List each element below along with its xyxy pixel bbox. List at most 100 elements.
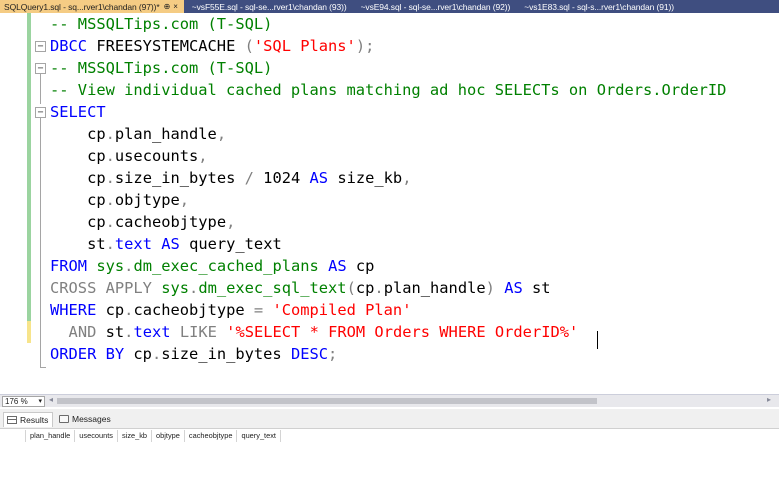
code-token: FROM xyxy=(50,257,88,275)
results-grid[interactable]: plan_handle usecounts size_kb objtype ca… xyxy=(0,429,779,498)
outline-line xyxy=(40,118,41,368)
code-token: cp xyxy=(50,147,106,165)
code-token: AS xyxy=(309,169,329,187)
code-token: AS xyxy=(328,257,347,275)
editor-status-bar: 176 % ▾ ◂ ▸ xyxy=(0,394,779,407)
code-line[interactable]: SELECT xyxy=(50,101,106,123)
collapse-toggle-dbcc[interactable]: − xyxy=(35,41,46,52)
code-line[interactable]: cp.size_in_bytes / 1024 AS size_kb, xyxy=(50,167,411,189)
zoom-dropdown[interactable]: 176 % ▾ xyxy=(2,396,45,407)
text-caret xyxy=(597,331,598,349)
column-header-usecounts[interactable]: usecounts xyxy=(75,430,118,442)
code-line[interactable]: WHERE cp.cacheobjtype = 'Compiled Plan' xyxy=(50,299,411,321)
code-line[interactable]: FROM sys.dm_exec_cached_plans AS cp xyxy=(50,255,374,277)
code-line[interactable]: -- MSSQLTips.com (T-SQL) xyxy=(50,13,272,35)
column-header-size-kb[interactable]: size_kb xyxy=(118,430,153,442)
code-line[interactable]: cp.usecounts, xyxy=(50,145,208,167)
tab-messages[interactable]: Messages xyxy=(56,412,115,427)
code-line[interactable]: cp.cacheobjtype, xyxy=(50,211,235,233)
code-token: text xyxy=(114,235,152,253)
code-token: dm_exec_sql_text xyxy=(198,279,347,297)
column-header-objtype[interactable]: objtype xyxy=(152,430,185,442)
code-token: . xyxy=(189,279,199,297)
tab-results-label: Results xyxy=(20,415,49,425)
code-token: cp xyxy=(50,125,106,143)
code-token: objtype xyxy=(114,191,180,209)
code-token: , xyxy=(179,191,190,209)
row-header-corner[interactable] xyxy=(0,430,26,442)
grid-icon xyxy=(7,416,17,424)
code-token: WHERE xyxy=(50,301,97,319)
code-line[interactable]: ORDER BY cp.size_in_bytes DESC; xyxy=(50,343,337,365)
code-token: text xyxy=(133,323,171,341)
code-token: usecounts xyxy=(114,147,199,165)
tab-label: ~vs1E83.sql - sql-s...rver1\chandan (91)… xyxy=(524,1,674,12)
editor-margin xyxy=(0,13,27,394)
code-token: 1024 xyxy=(253,169,310,187)
tab-results[interactable]: Results xyxy=(3,412,54,427)
zoom-value: 176 % xyxy=(5,397,28,406)
code-token: size_in_bytes xyxy=(114,169,245,187)
code-token: AS xyxy=(161,235,180,253)
code-token: LIKE xyxy=(179,323,217,341)
column-header-query-text[interactable]: query_text xyxy=(237,430,281,442)
saved-change-bar xyxy=(27,13,31,343)
code-token: cacheobjtype xyxy=(114,213,227,231)
code-token: . xyxy=(105,235,115,253)
collapse-toggle-select[interactable]: − xyxy=(35,107,46,118)
collapse-toggle-comment[interactable]: − xyxy=(35,63,46,74)
code-token: size_in_bytes xyxy=(161,345,291,363)
code-token: st xyxy=(522,279,551,297)
code-line[interactable]: AND st.text LIKE '%SELECT * FROM Orders … xyxy=(50,321,579,343)
code-token: = xyxy=(253,301,264,319)
code-token: cp xyxy=(50,169,106,187)
code-line[interactable]: cp.plan_handle, xyxy=(50,123,226,145)
tab-vsf55e[interactable]: ~vsF55E.sql - sql-se...rver1\chandan (93… xyxy=(184,0,353,13)
column-header-cacheobjtype[interactable]: cacheobjtype xyxy=(185,430,238,442)
code-token: . xyxy=(105,191,115,209)
code-token: query_text xyxy=(179,235,282,253)
code-line[interactable]: -- View individual cached plans matching… xyxy=(50,79,726,101)
code-token: cp xyxy=(346,257,375,275)
code-line[interactable]: DBCC FREESYSTEMCACHE ('SQL Plans'); xyxy=(50,35,374,57)
code-token: SELECT xyxy=(50,103,106,121)
code-token: ( xyxy=(346,279,356,297)
code-token: , xyxy=(216,125,227,143)
tab-vse94[interactable]: ~vsE94.sql - sql-se...rver1\chandan (92)… xyxy=(353,0,517,13)
code-token: -- MSSQLTips.com (T-SQL) xyxy=(50,15,273,33)
code-line[interactable]: CROSS APPLY sys.dm_exec_sql_text(cp.plan… xyxy=(50,277,551,299)
code-token: sys xyxy=(161,279,190,297)
code-token: . xyxy=(105,169,115,187)
scroll-left-icon[interactable]: ◂ xyxy=(49,395,53,404)
code-token: AND xyxy=(68,323,97,341)
grid-header-row: plan_handle usecounts size_kb objtype ca… xyxy=(0,430,281,442)
code-token: DESC xyxy=(290,345,329,363)
pin-icon[interactable]: ⊕ xyxy=(164,2,171,11)
code-token: . xyxy=(105,125,115,143)
code-token: , xyxy=(226,213,236,231)
code-token: size_kb xyxy=(328,169,403,187)
code-token: ; xyxy=(328,345,338,363)
horizontal-scrollbar[interactable]: ◂ ▸ xyxy=(49,395,771,405)
tab-label: ~vsF55E.sql - sql-se...rver1\chandan (93… xyxy=(191,1,347,12)
column-header-plan-handle[interactable]: plan_handle xyxy=(26,430,76,442)
tab-sqlquery1[interactable]: SQLQuery1.sql - sq...rver1\chandan (97))… xyxy=(0,0,184,13)
code-token: cp xyxy=(355,279,375,297)
code-token: AS xyxy=(504,279,523,297)
code-token: cp xyxy=(50,191,106,209)
code-line[interactable]: st.text AS query_text xyxy=(50,233,282,255)
close-icon[interactable]: × xyxy=(173,2,178,11)
code-token: -- MSSQLTips.com (T-SQL) xyxy=(50,59,273,77)
tab-vs1e83[interactable]: ~vs1E83.sql - sql-s...rver1\chandan (91)… xyxy=(516,0,680,13)
chevron-down-icon: ▾ xyxy=(38,398,42,405)
code-token: ( xyxy=(244,37,254,55)
scrollbar-thumb[interactable] xyxy=(57,398,597,404)
code-line[interactable]: -- MSSQLTips.com (T-SQL) xyxy=(50,57,272,79)
code-token: . xyxy=(374,279,384,297)
query-editor[interactable]: − − − -- MSSQLTips.com (T-SQL) DBCC FREES… xyxy=(0,13,779,394)
code-line[interactable]: cp.objtype, xyxy=(50,189,189,211)
scroll-right-icon[interactable]: ▸ xyxy=(767,395,771,404)
